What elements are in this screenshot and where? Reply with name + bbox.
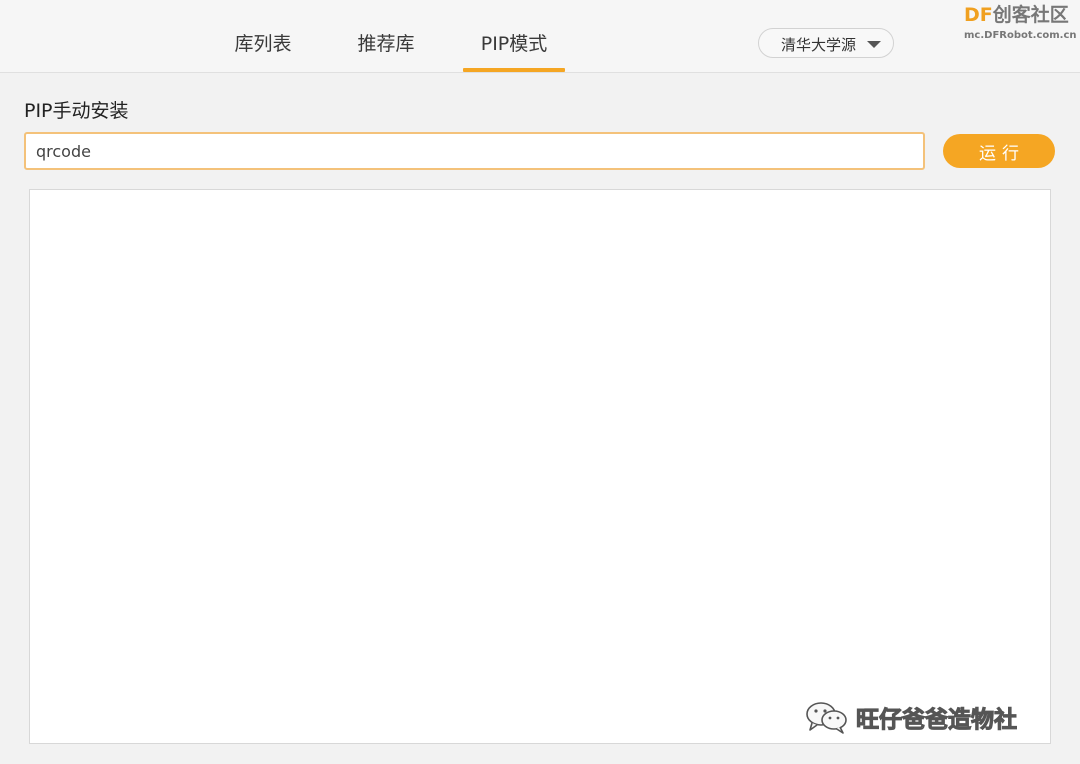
pip-package-input[interactable] (24, 132, 925, 170)
mirror-source-label: 清华大学源 (781, 36, 857, 54)
active-tab-indicator (463, 68, 565, 72)
mirror-source-dropdown[interactable]: 清华大学源 (758, 28, 894, 58)
run-button[interactable]: 运行 (943, 134, 1055, 168)
brand-logo: DF创客社区 mc.DFRobot.com.cn (964, 4, 1077, 42)
brand-name: DF创客社区 (964, 4, 1076, 26)
tab-library-list[interactable]: 库列表 (218, 0, 308, 72)
wechat-icon (806, 702, 847, 734)
pip-output-console[interactable] (29, 189, 1051, 744)
watermark: 旺仔爸爸造物社 (804, 697, 1018, 737)
top-navigation-bar: 库列表 推荐库 PIP模式 清华大学源 DF创客社区 mc.DFRobot.co… (0, 0, 1080, 73)
pip-section-title: PIP手动安装 (24, 100, 129, 122)
tab-recommended-libraries[interactable]: 推荐库 (340, 0, 432, 72)
tab-pip-mode[interactable]: PIP模式 (463, 0, 565, 72)
brand-name-prefix: DF (964, 4, 993, 26)
watermark-text: 旺仔爸爸造物社 (856, 707, 1018, 734)
caret-down-icon (867, 41, 881, 48)
brand-url: mc.DFRobot.com.cn (964, 30, 1077, 41)
brand-name-rest: 创客社区 (992, 4, 1069, 26)
